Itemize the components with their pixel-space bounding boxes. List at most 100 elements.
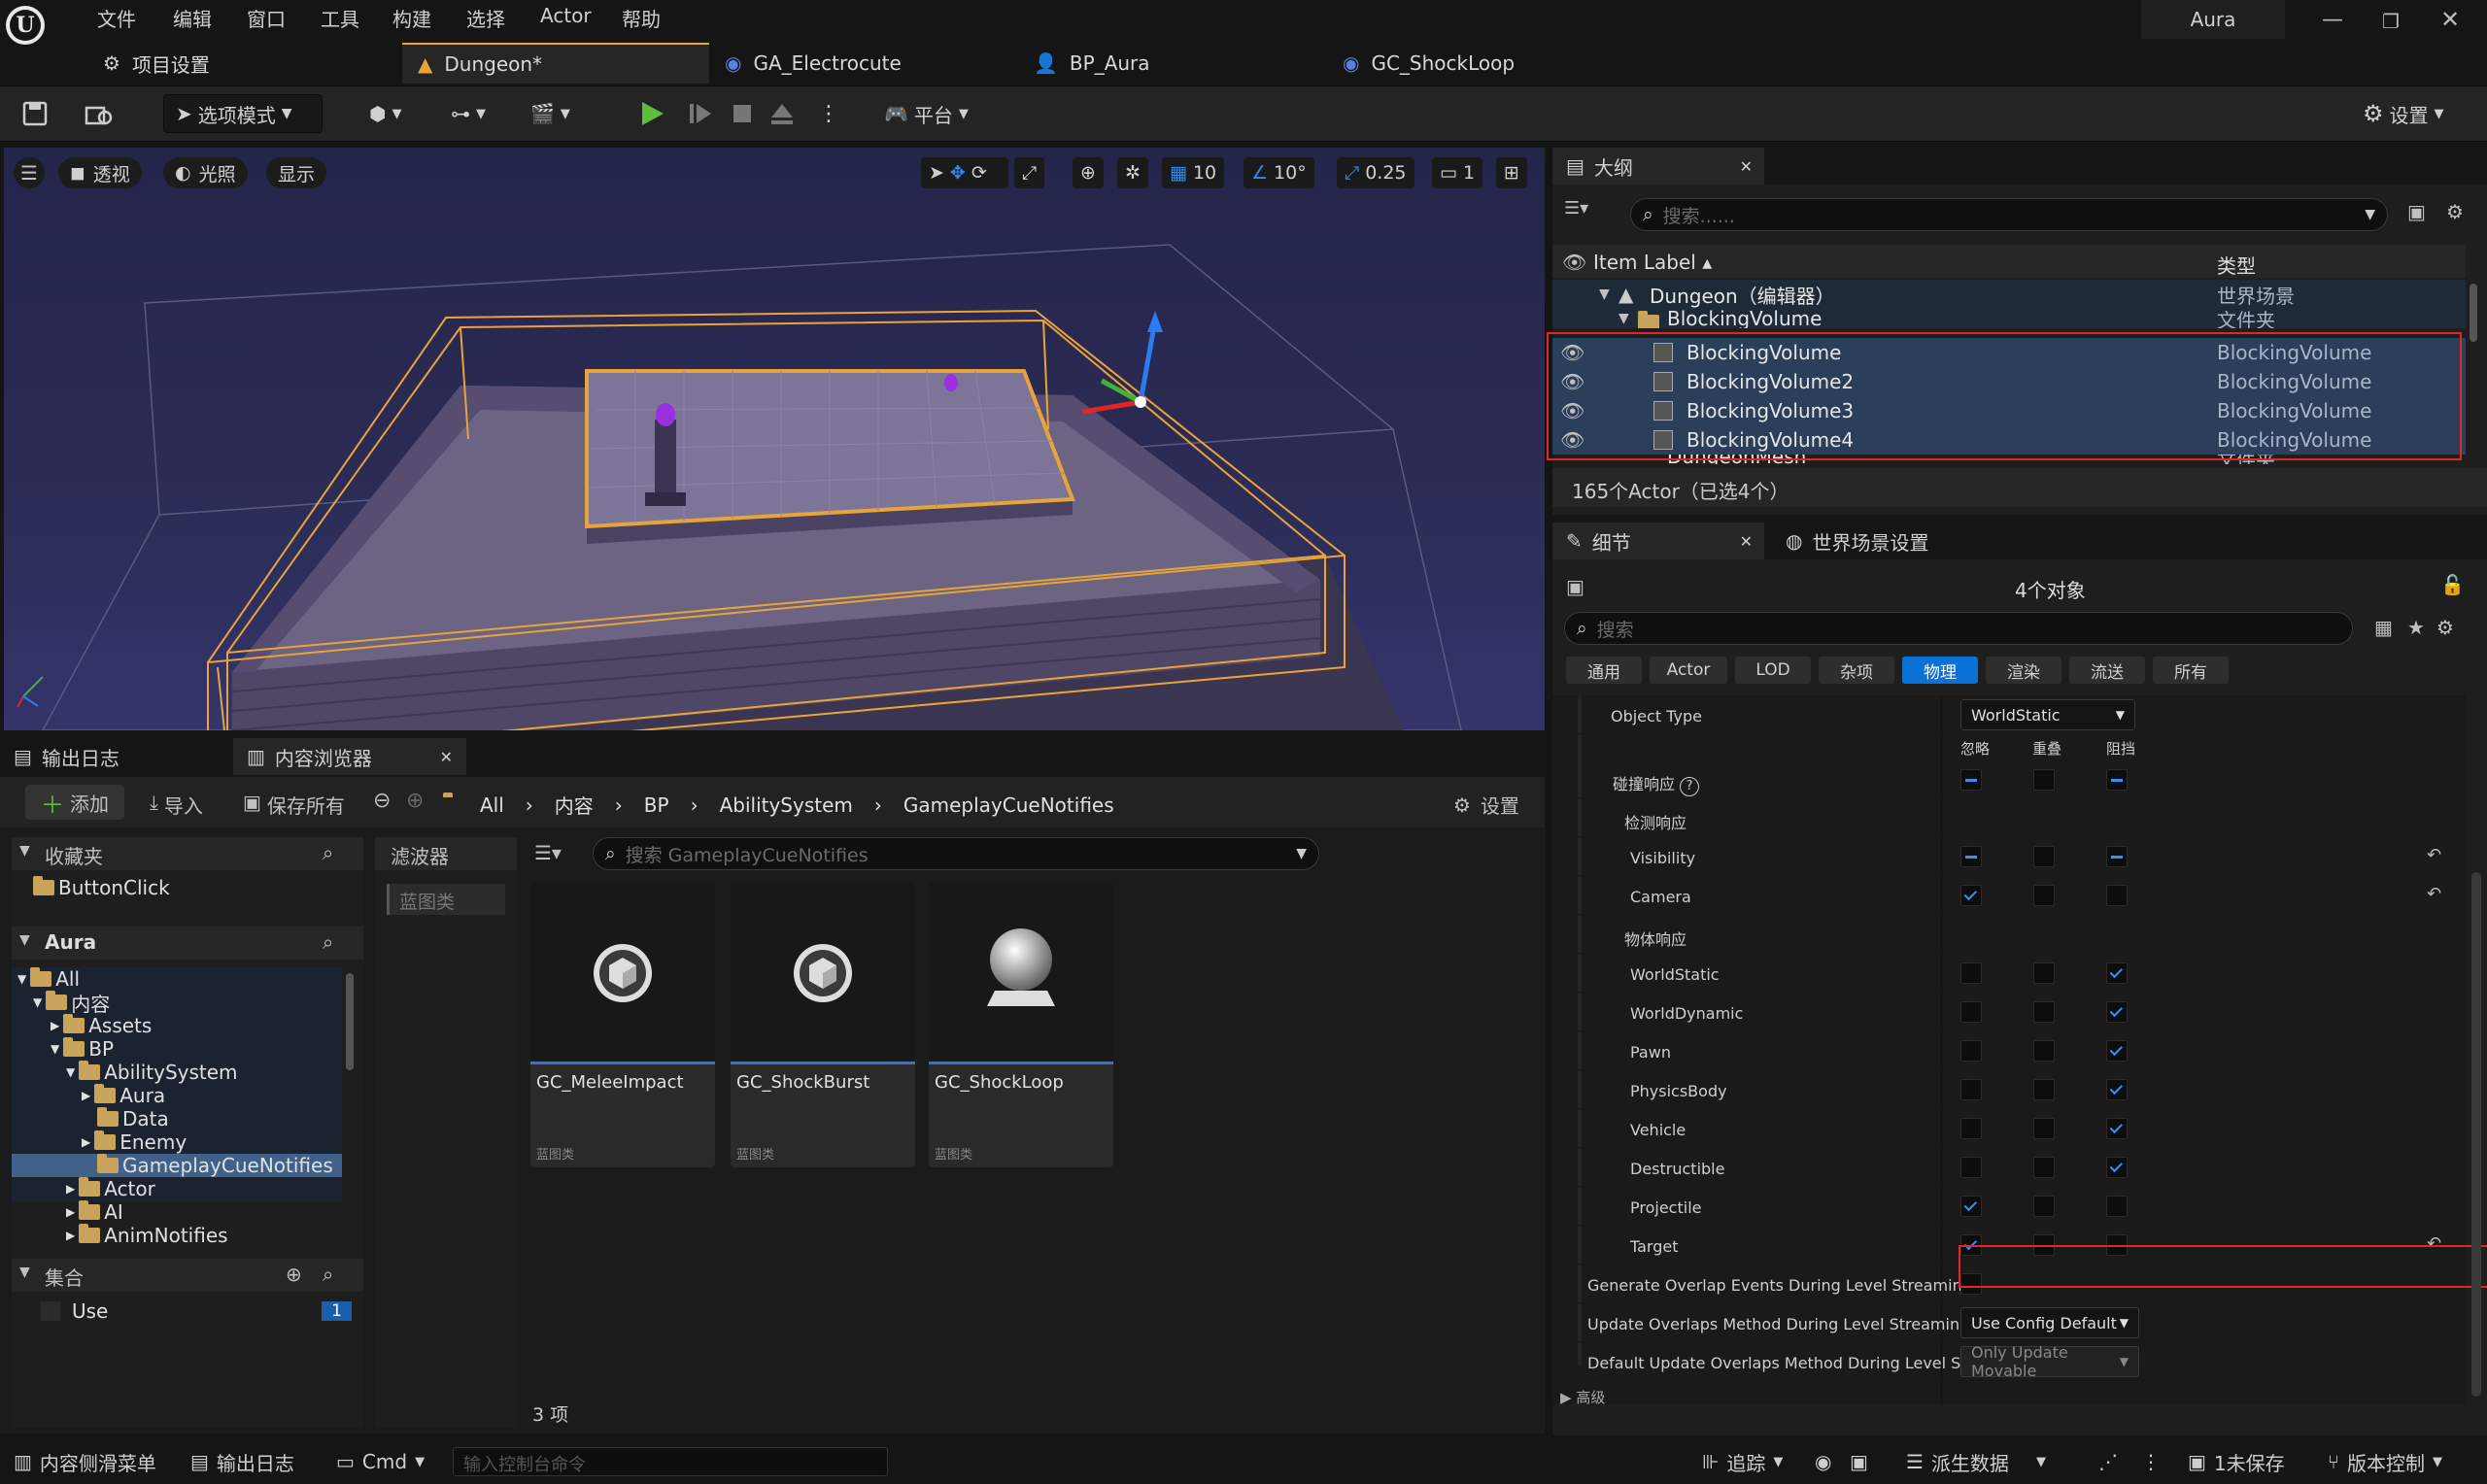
- overlap-checkbox[interactable]: [2033, 1079, 2055, 1100]
- cmd-dropdown[interactable]: ▭ Cmd ▼: [336, 1447, 425, 1476]
- blueprint-menu-button[interactable]: ⊶ ▼: [451, 94, 486, 133]
- crumb-abilitysystem[interactable]: AbilitySystem: [720, 793, 853, 817]
- block-checkbox[interactable]: [2106, 1196, 2128, 1217]
- outliner-row-bv1[interactable]: 👁 BlockingVolume BlockingVolume: [1552, 338, 2466, 367]
- step-icon[interactable]: [688, 94, 713, 133]
- platforms-button[interactable]: 🎮 平台 ▼: [884, 94, 969, 133]
- scale-icon[interactable]: ⤢: [1014, 157, 1045, 188]
- menu-window[interactable]: 窗口: [247, 4, 286, 32]
- block-all-checkbox[interactable]: [2106, 769, 2128, 791]
- details-scrollbar[interactable]: [2471, 872, 2481, 1397]
- collections-header[interactable]: ▼ 集合 ⊕ ⌕: [12, 1259, 363, 1292]
- col-item-label[interactable]: Item Label ▴: [1593, 251, 1712, 274]
- tab-gc-shockloop[interactable]: ◉ GC_ShockLoop: [1327, 43, 1634, 84]
- outliner-row-bv4[interactable]: 👁 BlockingVolume4 BlockingVolume: [1552, 425, 2466, 455]
- ignore-all-checkbox[interactable]: [1960, 769, 1982, 791]
- eye-icon[interactable]: 👁: [1560, 341, 1584, 364]
- browse-icon[interactable]: [84, 94, 113, 133]
- derived-data-button[interactable]: ☰ 派生数据 ▼: [1906, 1447, 2046, 1476]
- tab-project-settings[interactable]: ⚙ 项目设置: [87, 43, 398, 84]
- forward-icon[interactable]: ⊕: [406, 789, 424, 813]
- advanced-section[interactable]: ▶ 高级: [1560, 1387, 1605, 1407]
- filter-physics[interactable]: 物理: [1902, 657, 1978, 684]
- property-dropdown[interactable]: Use Config Default ▼: [1960, 1307, 2139, 1338]
- crumb-gameplaycuenotifies[interactable]: GameplayCueNotifies: [903, 793, 1114, 817]
- tree-scrollbar[interactable]: [346, 973, 354, 1070]
- tab-details[interactable]: ✎ 细节 ✕: [1552, 523, 1764, 559]
- asset-tile[interactable]: GC_ShockLoop 蓝图类: [929, 882, 1113, 1167]
- chevron-down-icon[interactable]: ▼: [1296, 846, 1307, 861]
- cb-settings-button[interactable]: ⚙ 设置: [1453, 791, 1519, 819]
- object-type-dropdown[interactable]: WorldStatic ▼: [1960, 699, 2135, 730]
- tree-gameplaycuenotifies[interactable]: GameplayCueNotifies: [12, 1154, 342, 1177]
- asset-tile[interactable]: GC_MeleeImpact 蓝图类: [530, 882, 715, 1167]
- asset-search[interactable]: ⌕ 搜索 GameplayCueNotifies ▼: [593, 837, 1319, 870]
- filter-misc[interactable]: 杂项: [1819, 657, 1894, 684]
- menu-edit[interactable]: 编辑: [173, 4, 212, 32]
- overlap-checkbox[interactable]: [2033, 1157, 2055, 1178]
- filter-lod[interactable]: LOD: [1735, 657, 1811, 684]
- filter-chip[interactable]: 蓝图类: [387, 884, 505, 915]
- filter-rendering[interactable]: 渲染: [1986, 657, 2061, 684]
- expand-arrow-icon[interactable]: ▼: [1618, 311, 1629, 326]
- angle-snap-button[interactable]: ∠ 10°: [1244, 157, 1314, 188]
- select-icon[interactable]: ➤: [929, 162, 944, 184]
- menu-build[interactable]: 构建: [392, 4, 431, 32]
- play-button[interactable]: [637, 94, 666, 133]
- overlap-checkbox[interactable]: [2033, 1040, 2055, 1062]
- overlap-all-checkbox[interactable]: [2033, 769, 2055, 791]
- gear-icon[interactable]: ⚙: [2446, 200, 2464, 223]
- search-icon[interactable]: ⌕: [323, 930, 333, 954]
- overlap-checkbox[interactable]: [2033, 846, 2055, 867]
- overlap-checkbox[interactable]: [2033, 1196, 2055, 1217]
- ignore-checkbox[interactable]: [1960, 1196, 1982, 1217]
- filter-actor[interactable]: Actor: [1650, 657, 1727, 684]
- crumb-bp[interactable]: BP: [644, 793, 669, 817]
- block-checkbox[interactable]: [2106, 1234, 2128, 1256]
- tab-ga-electrocute[interactable]: ◉ GA_Electrocute: [709, 43, 1016, 84]
- minimize-icon[interactable]: —: [2322, 8, 2343, 32]
- block-checkbox[interactable]: [2106, 885, 2128, 906]
- table-view-icon[interactable]: ▦: [2374, 616, 2393, 639]
- reset-icon[interactable]: ↶: [2427, 884, 2441, 904]
- outliner-row-bv3[interactable]: 👁 BlockingVolume3 BlockingVolume: [1552, 396, 2466, 425]
- cinematics-button[interactable]: 🎬 ▼: [530, 94, 570, 133]
- collection-item[interactable]: Use 1: [41, 1299, 352, 1323]
- overlap-checkbox[interactable]: [2033, 962, 2055, 984]
- outliner-row-dungeonmesh[interactable]: DungeonMesh 文件夹: [1552, 455, 2466, 464]
- gear-icon[interactable]: ⚙: [2436, 616, 2454, 639]
- move-icon[interactable]: ✥: [950, 162, 966, 184]
- outliner-row-bv2[interactable]: 👁 BlockingVolume2 BlockingVolume: [1552, 367, 2466, 396]
- eye-icon[interactable]: 👁: [1562, 251, 1586, 274]
- more-options-icon[interactable]: ⋮: [818, 94, 839, 133]
- unsaved-button[interactable]: ▣ 1未保存: [2188, 1447, 2285, 1476]
- filter-icon[interactable]: ☰▾: [534, 841, 562, 864]
- tree-enemy[interactable]: ▶ Enemy: [82, 1130, 187, 1154]
- ignore-checkbox[interactable]: [1960, 1118, 1982, 1139]
- favorites-header[interactable]: ▼ 收藏夹 ⌕: [12, 837, 363, 870]
- details-search[interactable]: ⌕ 搜索: [1564, 612, 2353, 645]
- save-icon[interactable]: [21, 94, 49, 133]
- expand-arrow-icon[interactable]: ▼: [1599, 287, 1610, 302]
- add-collection-icon[interactable]: ⊕: [286, 1263, 302, 1286]
- col-type[interactable]: 类型: [2217, 251, 2256, 279]
- tree-data[interactable]: Data: [97, 1107, 169, 1130]
- filter-common[interactable]: 通用: [1566, 657, 1642, 684]
- mode-dropdown[interactable]: ➤ 选项模式 ▼: [163, 94, 323, 133]
- tree-animnotifies[interactable]: ▶ AnimNotifies: [66, 1224, 228, 1247]
- source-control-button[interactable]: ⑂ 版本控制 ▼: [2328, 1447, 2442, 1476]
- tree-ai[interactable]: ▶ AI: [66, 1200, 123, 1224]
- stats-icon[interactable]: ⋰: [2098, 1447, 2118, 1476]
- output-log-button[interactable]: ▤ 输出日志: [190, 1447, 294, 1476]
- reset-icon[interactable]: ↶: [2427, 1233, 2441, 1254]
- search-icon[interactable]: ⌕: [323, 1263, 333, 1286]
- hamburger-menu-icon[interactable]: ☰: [14, 157, 45, 188]
- tab-content-browser[interactable]: ▥ 内容浏览器 ✕: [233, 738, 466, 775]
- ignore-checkbox[interactable]: [1960, 846, 1982, 867]
- level-viewport[interactable]: ☰ ◼ 透视 ◐ 光照 显示 ➤ ✥ ⟳ ⤢ ⊕ ✲ ▦ 10 ∠ 10° ⤢ …: [4, 148, 1545, 730]
- tab-dungeon[interactable]: ▲ Dungeon*: [402, 43, 709, 84]
- close-window-icon[interactable]: ✕: [2440, 6, 2460, 33]
- unreal-logo-icon[interactable]: U: [6, 6, 45, 45]
- settings-button[interactable]: ⚙ 设置 ▼: [2363, 94, 2444, 133]
- record-icon[interactable]: ◉: [1815, 1447, 1831, 1476]
